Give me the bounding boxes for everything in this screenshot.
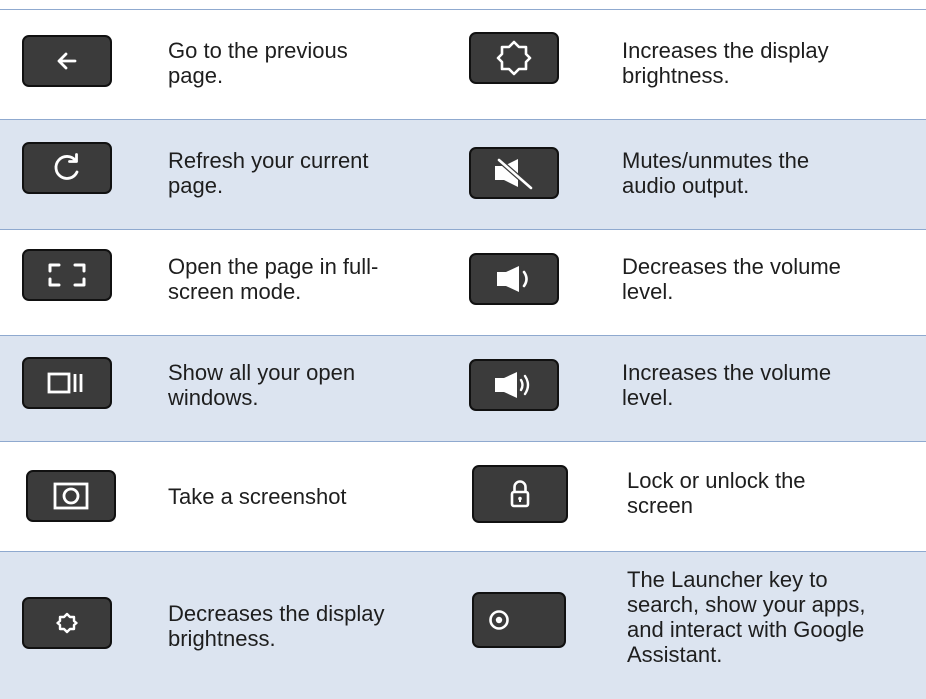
- shortcut-description: Take a screenshot: [168, 484, 347, 509]
- shortcut-description: The Launcher key to search, show your ap…: [627, 567, 866, 667]
- shortcut-description: Decreases the display brightness.: [168, 601, 385, 651]
- shortcut-description: Lock or unlock the screen: [627, 468, 806, 518]
- fullscreen-key: [22, 249, 112, 301]
- volume-up-icon: [495, 372, 530, 398]
- shortcut-description: Show all your open windows.: [168, 360, 356, 410]
- back-key: [22, 35, 112, 87]
- brightness-down-key: [22, 597, 112, 649]
- shortcut-description: Refresh your current page.: [168, 148, 369, 198]
- shortcut-description: Increases the display brightness.: [622, 38, 829, 88]
- volume-up-key: [469, 359, 559, 411]
- brightness-up-icon: [496, 40, 532, 76]
- volume-down-key: [469, 253, 559, 305]
- screenshot-icon: [53, 482, 89, 510]
- launcher-icon: [489, 610, 509, 630]
- overview-key: [22, 357, 112, 409]
- refresh-key: [22, 142, 112, 194]
- shortcut-description: Decreases the volume level.: [622, 254, 841, 304]
- back-arrow-icon: [57, 52, 77, 70]
- fullscreen-icon: [48, 263, 86, 287]
- screenshot-key: [26, 470, 116, 522]
- shortcut-description: Mutes/unmutes the audio output.: [622, 148, 810, 198]
- shortcut-description: Increases the volume level.: [622, 360, 832, 410]
- shortcut-description: Open the page in full- screen mode.: [168, 254, 379, 304]
- keyboard-shortcut-table: Go to the previous page. Increases the d…: [0, 0, 926, 699]
- lock-icon: [510, 480, 530, 508]
- mute-key: [469, 147, 559, 199]
- brightness-down-icon: [56, 612, 78, 634]
- refresh-icon: [54, 153, 79, 180]
- launcher-key: [472, 592, 566, 648]
- overview-windows-icon: [47, 372, 83, 394]
- lock-key: [472, 465, 568, 523]
- volume-down-icon: [497, 266, 528, 292]
- shortcut-description: Go to the previous page.: [168, 38, 348, 88]
- mute-icon: [495, 157, 534, 191]
- brightness-up-key: [469, 32, 559, 84]
